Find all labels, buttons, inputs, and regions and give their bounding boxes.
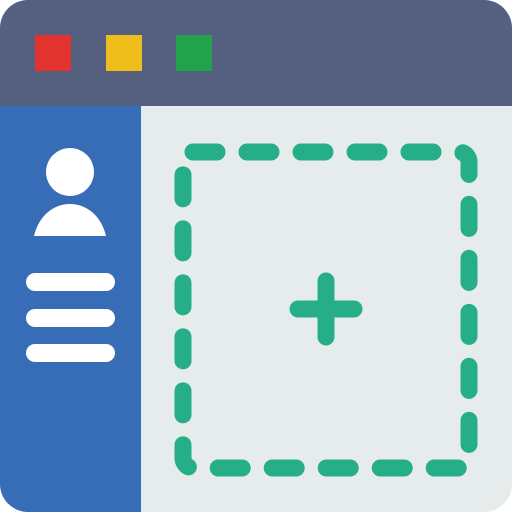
plus-icon bbox=[289, 272, 363, 346]
upload-dropzone[interactable] bbox=[170, 140, 482, 480]
menu-line[interactable] bbox=[26, 309, 115, 327]
menu-line[interactable] bbox=[26, 344, 115, 362]
minimize-button[interactable] bbox=[106, 35, 142, 71]
close-button[interactable] bbox=[35, 35, 71, 71]
maximize-button[interactable] bbox=[176, 35, 212, 71]
title-bar bbox=[0, 0, 512, 106]
user-icon[interactable] bbox=[34, 148, 106, 238]
app-window bbox=[0, 0, 512, 512]
menu-line[interactable] bbox=[26, 273, 115, 291]
